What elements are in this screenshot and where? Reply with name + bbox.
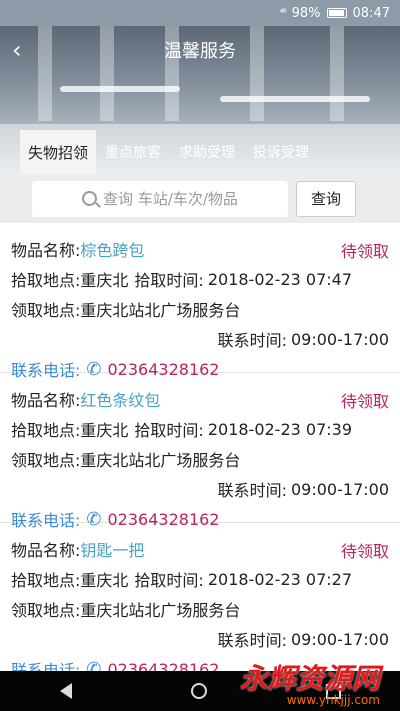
pickup-time-label: 拾取时间: — [134, 271, 204, 290]
claim-place: 重庆北站北广场服务台 — [80, 601, 241, 620]
tab-lost-and-found[interactable]: 失物招领 — [20, 130, 97, 174]
tab-help-requests[interactable]: 求助受理 — [170, 130, 244, 174]
item-name-label: 物品名称: — [11, 541, 81, 560]
pickup-time: 2018-02-23 07:47 — [207, 269, 353, 289]
contact-time: 09:00-17:00 — [291, 629, 389, 649]
tab-bar: 失物招领 重点旅客 求助受理 投诉受理 — [20, 130, 318, 174]
claim-place: 重庆北站北广场服务台 — [80, 301, 241, 320]
pickup-time-label: 拾取时间: — [134, 571, 204, 590]
page-title: 温馨服务 — [164, 41, 236, 62]
battery-percent: 98% — [291, 5, 321, 21]
search-icon — [82, 191, 98, 206]
claim-place: 重庆北站北广场服务台 — [80, 451, 241, 470]
system-back-icon[interactable] — [59, 683, 72, 699]
list-item[interactable]: 物品名称: 钥匙一把 待领取 拾取地点: 重庆北 拾取时间: 2018-02-2… — [0, 523, 400, 671]
item-name: 红色条纹包 — [80, 391, 161, 410]
search-placeholder: 查询 车站/车次/物品 — [103, 190, 238, 208]
pickup-place: 重庆北 — [80, 571, 129, 590]
pickup-place: 重庆北 — [80, 421, 129, 440]
status-badge: 待领取 — [340, 242, 389, 261]
contact-time: 09:00-17:00 — [291, 479, 389, 499]
claim-place-label: 领取地点: — [11, 601, 81, 620]
claim-place-label: 领取地点: — [11, 301, 81, 320]
pickup-place-label: 拾取地点: — [11, 421, 81, 440]
status-badge: 待领取 — [340, 392, 389, 411]
list-item[interactable]: 物品名称: 棕色跨包 待领取 拾取地点: 重庆北 拾取时间: 2018-02-2… — [0, 223, 400, 380]
pickup-time-label: 拾取时间: — [134, 421, 204, 440]
lost-item-list: 物品名称: 棕色跨包 待领取 拾取地点: 重庆北 拾取时间: 2018-02-2… — [0, 223, 400, 671]
item-name-label: 物品名称: — [11, 241, 81, 260]
phone-icon[interactable]: ✆ — [86, 659, 101, 672]
search-bar: 查询 车站/车次/物品 查询 — [0, 174, 400, 223]
clock: 08:47 — [352, 5, 390, 21]
contact-time-label: 联系时间: — [217, 631, 287, 650]
pickup-time: 2018-02-23 07:39 — [207, 419, 353, 439]
pickup-place: 重庆北 — [80, 271, 129, 290]
network-indicator: ⁴⁶ — [279, 7, 287, 19]
pickup-place-label: 拾取地点: — [11, 571, 81, 590]
item-name: 棕色跨包 — [80, 241, 145, 260]
search-button[interactable]: 查询 — [296, 180, 356, 217]
watermark-url: www.yhkjjj.com — [286, 693, 380, 707]
watermark-logo: 永辉资源网 www.yhkjjj.com — [160, 653, 380, 711]
pickup-time: 2018-02-23 07:27 — [207, 569, 353, 589]
search-input[interactable]: 查询 车站/车次/物品 — [32, 180, 288, 217]
contact-time-label: 联系时间: — [217, 481, 287, 500]
back-arrow-icon[interactable]: ‹ — [12, 38, 36, 62]
contact-phone-label: 联系电话: — [11, 661, 81, 671]
title-bar: ‹ 温馨服务 — [0, 26, 400, 74]
claim-place-label: 领取地点: — [11, 451, 81, 470]
contact-time: 09:00-17:00 — [291, 329, 389, 349]
tab-key-passengers[interactable]: 重点旅客 — [96, 130, 170, 174]
tab-complaints[interactable]: 投诉受理 — [244, 130, 318, 174]
list-item[interactable]: 物品名称: 红色条纹包 待领取 拾取地点: 重庆北 拾取时间: 2018-02-… — [0, 373, 400, 530]
contact-time-label: 联系时间: — [217, 331, 287, 350]
item-name: 钥匙一把 — [80, 541, 145, 560]
battery-icon — [326, 8, 347, 18]
pickup-place-label: 拾取地点: — [11, 271, 81, 290]
status-bar: ⁴⁶ 98% 08:47 — [0, 0, 400, 26]
watermark-text: 永辉资源网 — [239, 662, 380, 695]
status-badge: 待领取 — [340, 542, 389, 561]
item-name-label: 物品名称: — [11, 391, 81, 410]
